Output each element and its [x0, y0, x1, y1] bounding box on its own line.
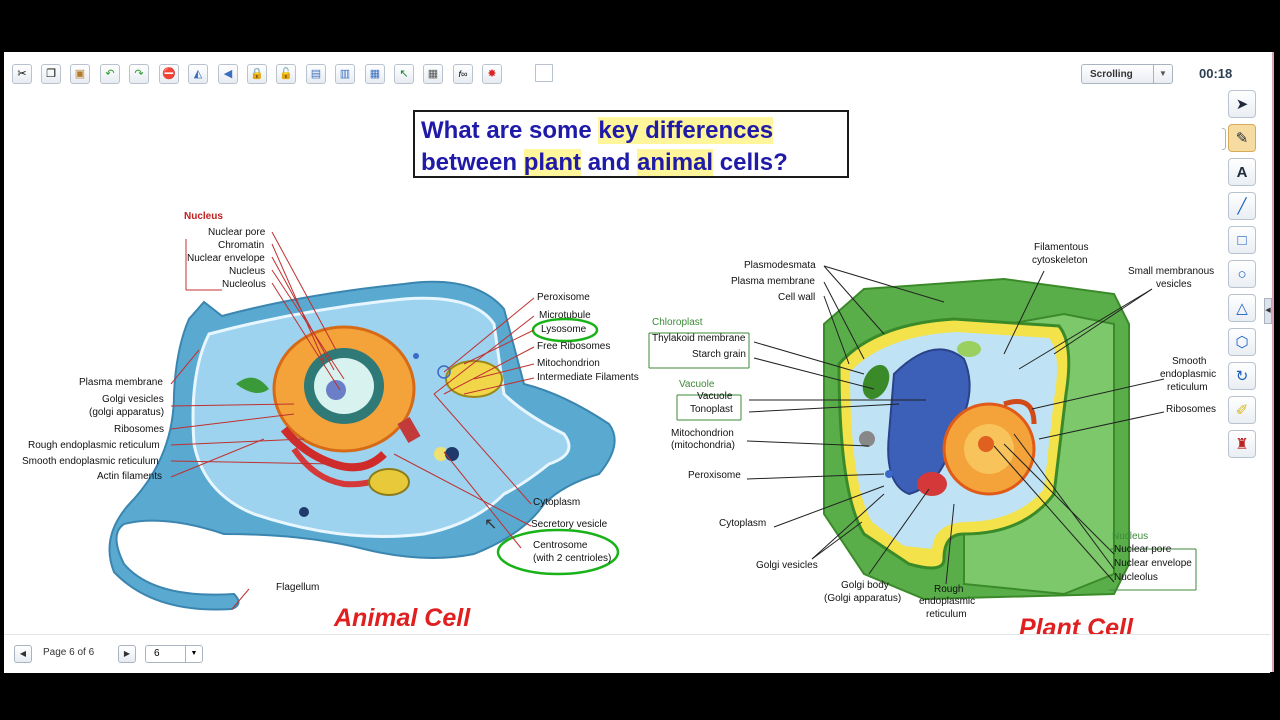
- burst-icon[interactable]: ✸: [482, 64, 502, 84]
- line-tool-icon[interactable]: ╱: [1228, 192, 1256, 220]
- unlock-icon[interactable]: 🔓: [276, 64, 296, 84]
- label-rough-er-3: reticulum: [926, 609, 967, 620]
- plant-cell-diagram: [648, 265, 1197, 601]
- redo-icon[interactable]: ↷: [129, 64, 149, 84]
- cut-icon[interactable]: ✂: [12, 64, 32, 84]
- label-nucleus-header-plant: Nucleus: [1112, 531, 1149, 542]
- mode-select-value: Scrolling: [1090, 69, 1133, 80]
- lock-icon[interactable]: 🔒: [247, 64, 267, 84]
- select-arrow-icon[interactable]: ➤: [1228, 90, 1256, 118]
- whiteboard-app: ✂ ❐ ▣ ↶ ↷ ⛔ ◭ ◀ 🔒 🔓 ▤ ▥ ▦ ↖ ▦ f∞ ✸ Scrol…: [4, 52, 1274, 673]
- copy-icon[interactable]: ❐: [41, 64, 61, 84]
- previous-page-icon[interactable]: ◀: [14, 645, 32, 663]
- arrow-left-icon[interactable]: ◀: [218, 64, 238, 84]
- label-nuclear-pore-plant: Nuclear pore: [1114, 544, 1172, 555]
- side-panel-handle-icon[interactable]: ◀: [1264, 298, 1272, 324]
- label-tonoplast: Tonoplast: [690, 404, 733, 415]
- label-cytoplasm-plant: Cytoplasm: [719, 518, 767, 529]
- page-icon[interactable]: ▤: [306, 64, 326, 84]
- flip-icon[interactable]: ◭: [188, 64, 208, 84]
- screen-capture-icon[interactable]: ▦: [365, 64, 385, 84]
- page-select-value: 6: [154, 648, 160, 659]
- grid-icon[interactable]: ▦: [423, 64, 443, 84]
- label-small-membranous: Small membranous: [1128, 266, 1215, 277]
- paste-icon[interactable]: ▣: [70, 64, 90, 84]
- stamp-icon[interactable]: ♜: [1228, 430, 1256, 458]
- circle-tool-icon[interactable]: ○: [1228, 260, 1256, 288]
- label-golgi-body: Golgi body: [841, 580, 889, 591]
- rectangle-tool-icon[interactable]: □: [1228, 226, 1256, 254]
- label-rough-er-2: endoplasmic: [919, 596, 976, 607]
- capture-icon[interactable]: ▥: [335, 64, 355, 84]
- fx-icon[interactable]: f∞: [453, 64, 473, 84]
- label-smooth-reticulum: reticulum: [1167, 382, 1208, 393]
- whiteboard-canvas[interactable]: What are some key differences between pl…: [4, 94, 1222, 642]
- label-rough-er-1: Rough: [934, 584, 964, 595]
- label-golgi-apparatus-plant: (Golgi apparatus): [824, 593, 902, 604]
- chevron-down-icon: ▼: [1153, 65, 1172, 83]
- label-mitochondria: (mitochondria): [671, 440, 735, 451]
- undo-icon[interactable]: ↶: [100, 64, 120, 84]
- pagination-bar: ◀ Page 6 of 6 ▶ 6 ▼: [4, 634, 1270, 673]
- label-nucleolus-plant: Nucleolus: [1114, 572, 1158, 583]
- label-plasma-membrane-plant: Plasma membrane: [731, 276, 815, 287]
- label-smooth: Smooth: [1172, 356, 1207, 367]
- polygon-tool-icon[interactable]: ⬡: [1228, 328, 1256, 356]
- label-cytoskeleton: cytoskeleton: [1032, 255, 1088, 266]
- label-golgi-vesicles-plant: Golgi vesicles: [756, 560, 818, 571]
- label-thylakoid-membrane: Thylakoid membrane: [652, 333, 746, 344]
- text-tool-icon[interactable]: A: [1228, 158, 1256, 186]
- delete-icon[interactable]: ⛔: [159, 64, 179, 84]
- mouse-cursor-icon: ↖: [484, 516, 498, 533]
- label-filamentous: Filamentous: [1034, 242, 1089, 253]
- highlighter-icon[interactable]: ✐: [1228, 396, 1256, 424]
- page-indicator: Page 6 of 6: [43, 647, 95, 658]
- triangle-tool-icon[interactable]: △: [1228, 294, 1256, 322]
- timer: 00:18: [1199, 66, 1233, 81]
- chevron-down-icon: ▼: [185, 646, 202, 662]
- label-smooth-endoplasmic: endoplasmic: [1160, 369, 1217, 380]
- pen-icon[interactable]: ✎: [1228, 124, 1256, 152]
- label-mitochondrion-plant: Mitochondrion: [671, 428, 734, 439]
- label-vesicles: vesicles: [1156, 279, 1192, 290]
- label-vacuole-header: Vacuole: [679, 379, 715, 390]
- label-vacuole: Vacuole: [697, 391, 733, 402]
- label-peroxisome-plant: Peroxisome: [688, 470, 741, 481]
- label-cell-wall: Cell wall: [778, 292, 816, 303]
- next-page-icon[interactable]: ▶: [118, 645, 136, 663]
- mode-select[interactable]: Scrolling ▼: [1081, 64, 1173, 84]
- label-starch-grain: Starch grain: [692, 349, 746, 360]
- square-icon[interactable]: [535, 64, 553, 82]
- page-select[interactable]: 6 ▼: [145, 645, 203, 663]
- label-nuclear-envelope-plant: Nuclear envelope: [1114, 558, 1192, 569]
- select-arrow-icon[interactable]: ↖: [394, 64, 414, 84]
- label-ribosomes-plant: Ribosomes: [1166, 404, 1217, 415]
- top-toolbar: ✂ ❐ ▣ ↶ ↷ ⛔ ◭ ◀ 🔒 🔓 ▤ ▥ ▦ ↖ ▦ f∞ ✸ Scrol…: [4, 52, 1270, 94]
- arc-tool-icon[interactable]: ↻: [1228, 362, 1256, 390]
- label-chloroplast: Chloroplast: [652, 317, 703, 328]
- label-plasmodesmata: Plasmodesmata: [744, 260, 816, 271]
